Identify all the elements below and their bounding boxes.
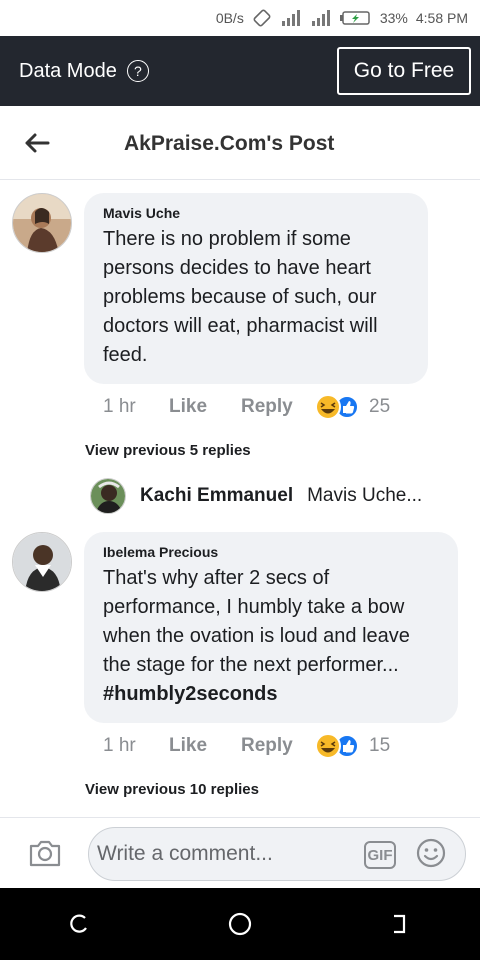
comment-text: That's why after 2 secs of performance, … (103, 567, 410, 676)
comment-author[interactable]: Ibelema Precious (103, 544, 438, 560)
comment-time: 1 hr (103, 735, 136, 756)
reply-author[interactable]: Kachi Emmanuel (140, 485, 293, 507)
comment-author[interactable]: Mavis Uche (103, 205, 408, 221)
status-bar: 0B/s 33% 4:58 PM (0, 0, 480, 36)
reaction-count: 25 (369, 396, 391, 417)
post-header: AkPraise.Com's Post (0, 106, 480, 180)
signal-icon-2 (310, 9, 332, 27)
back-arrow-icon[interactable] (22, 128, 52, 158)
back-nav-icon[interactable] (380, 904, 420, 944)
like-button[interactable]: Like (169, 396, 241, 418)
data-mode-bar: Data Mode ? Go to Free (0, 36, 480, 106)
battery-percent: 33% (379, 10, 408, 26)
avatar[interactable] (12, 532, 72, 592)
signal-icon-1 (280, 9, 302, 27)
reactions[interactable] (315, 394, 361, 420)
emoji-icon[interactable] (416, 838, 446, 873)
avatar[interactable] (12, 193, 72, 253)
reply-text: Mavis Uche... (307, 485, 423, 506)
battery-icon (339, 10, 372, 26)
haha-reaction-icon (315, 733, 359, 759)
comment-bubble[interactable]: Ibelema Precious That's why after 2 secs… (84, 532, 458, 723)
system-nav-bar (0, 888, 480, 960)
recent-apps-icon[interactable] (60, 904, 100, 944)
reaction-count: 15 (369, 735, 391, 756)
help-icon[interactable]: ? (126, 60, 149, 82)
page-title: AkPraise.Com's Post (124, 132, 335, 155)
view-previous-replies[interactable]: View previous 10 replies (85, 781, 259, 798)
comment-actions: 1 hr Like Reply 25 (103, 394, 390, 420)
home-icon[interactable] (220, 904, 260, 944)
network-speed: 0B/s (215, 10, 244, 26)
reactions[interactable] (315, 733, 361, 759)
reply-button[interactable]: Reply (241, 396, 315, 418)
data-mode-label-group: Data Mode ? (19, 60, 149, 83)
rotate-icon (252, 8, 272, 28)
reply-button[interactable]: Reply (241, 735, 315, 757)
comment-bubble[interactable]: Mavis Uche There is no problem if some p… (84, 193, 428, 384)
comment-text: There is no problem if some persons deci… (103, 228, 378, 366)
comment-time: 1 hr (103, 396, 136, 417)
comment-composer: Write a comment... GIF (0, 817, 480, 888)
haha-reaction-icon (315, 394, 359, 420)
view-previous-replies[interactable]: View previous 5 replies (85, 442, 251, 459)
data-mode-label: Data Mode (19, 59, 117, 82)
comment-input[interactable]: Write a comment... (88, 827, 466, 881)
clock: 4:58 PM (415, 10, 468, 26)
camera-icon[interactable] (28, 838, 62, 873)
like-button[interactable]: Like (169, 735, 241, 757)
gif-icon[interactable]: GIF (364, 841, 396, 869)
go-to-free-button[interactable]: Go to Free (337, 47, 471, 95)
hashtag-link[interactable]: #humbly2seconds (103, 680, 438, 709)
comment-actions: 1 hr Like Reply 15 (103, 733, 390, 759)
reply-preview[interactable]: Kachi Emmanuel Mavis Uche... (90, 478, 422, 514)
avatar[interactable] (90, 478, 126, 514)
